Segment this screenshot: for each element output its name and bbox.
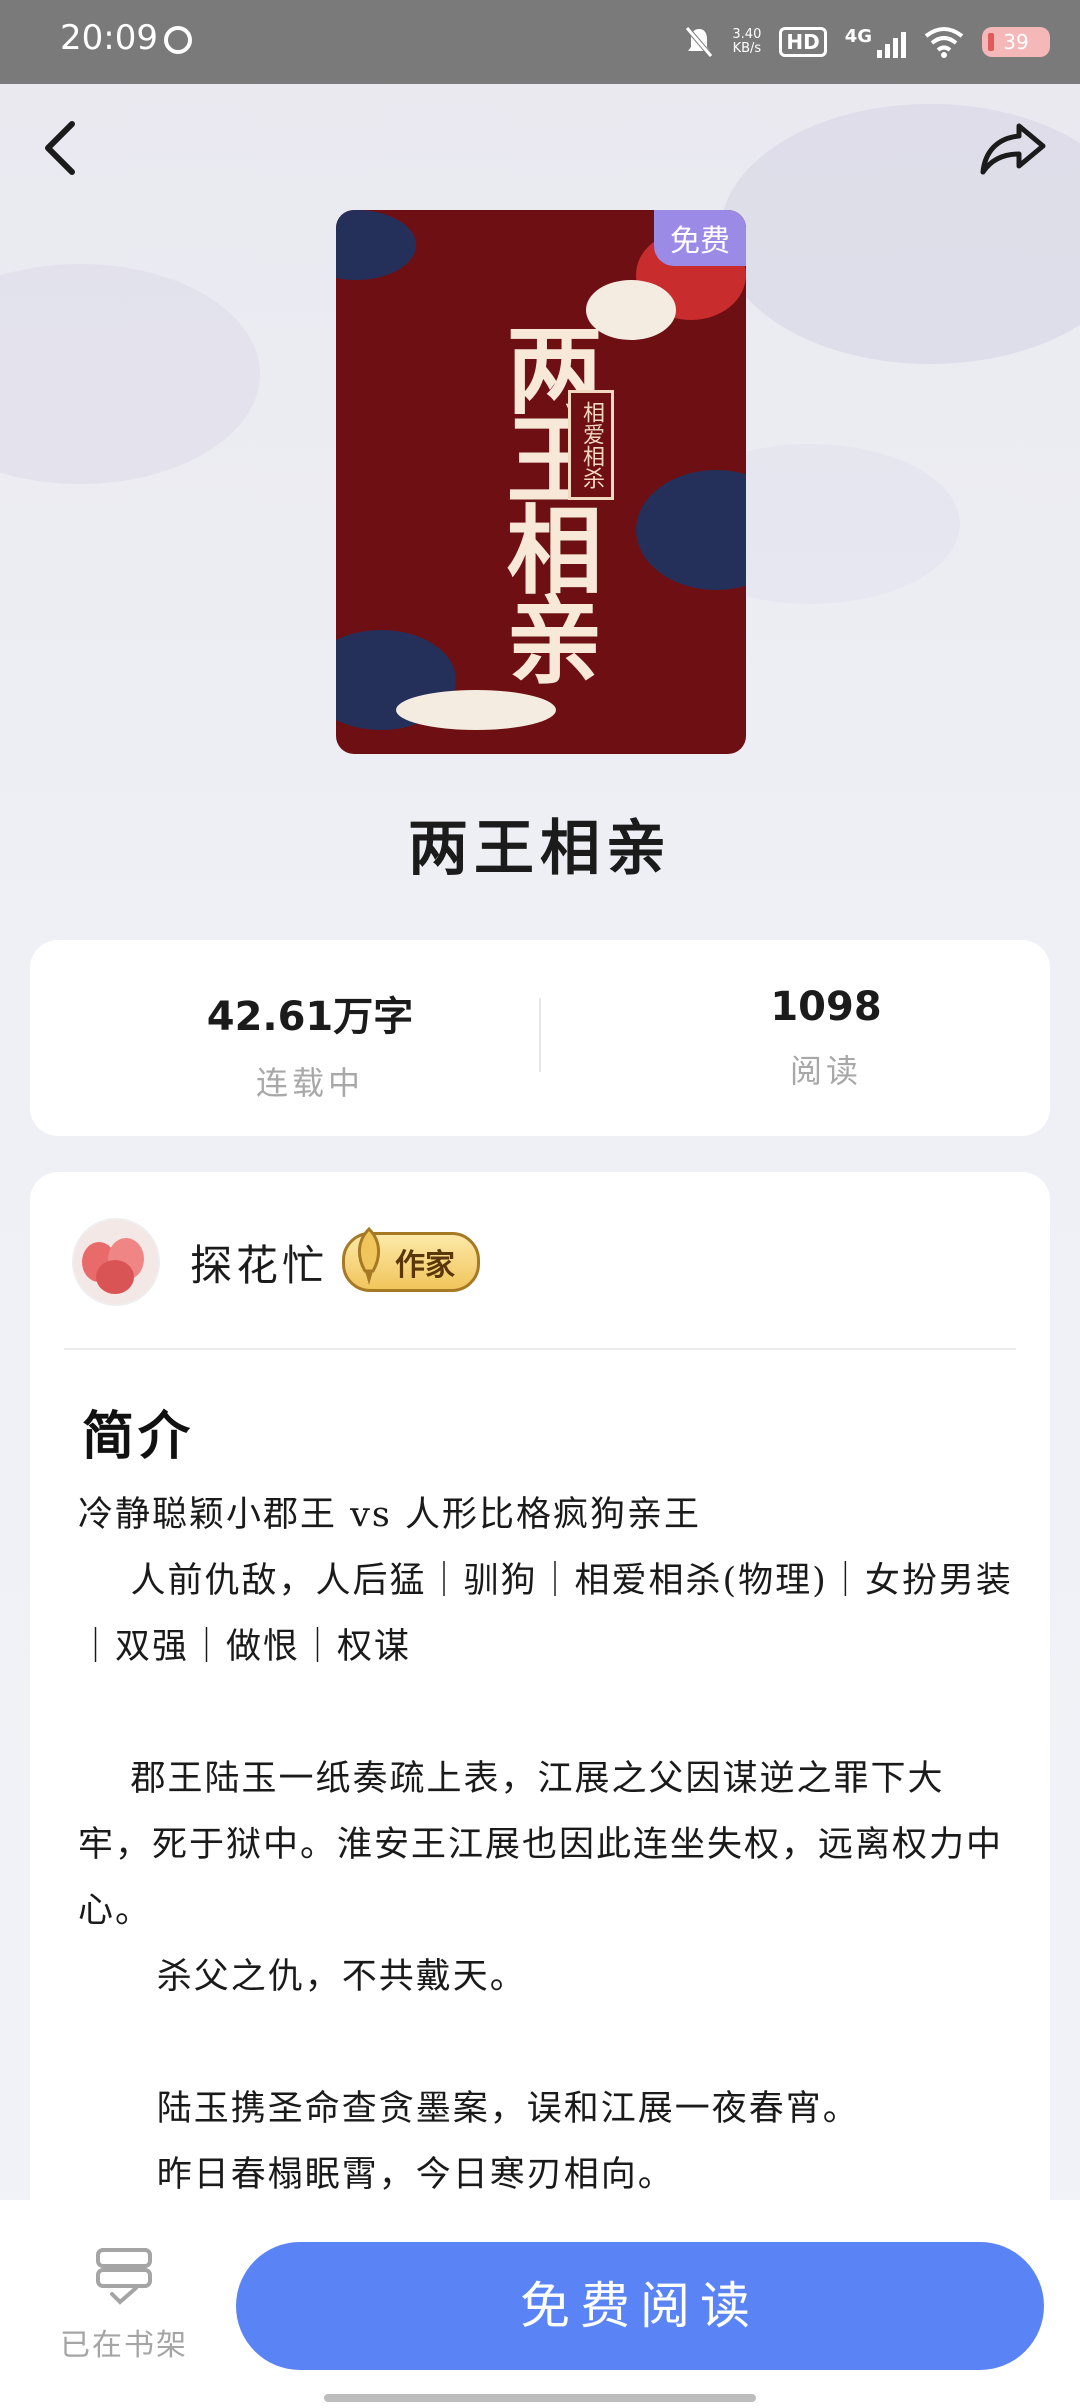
stats-card: 42.61万字 连载中 1098 阅读	[30, 940, 1050, 1136]
author-badge: 作家	[342, 1227, 481, 1292]
status-time: 20:09	[60, 18, 158, 58]
cover-subtitle: 相爱相杀	[568, 390, 614, 500]
info-divider	[64, 1348, 1016, 1350]
status-icons: 3.40 KB/s HD 4G 39	[684, 18, 1050, 66]
network-type: 4G	[844, 26, 872, 47]
wifi-icon	[924, 27, 964, 58]
book-title: 两王相亲	[408, 814, 672, 884]
bookshelf-button[interactable]: 已在书架	[54, 2246, 194, 2364]
intro-line: 人前仇敌，人后猛｜驯狗｜相爱相杀(物理)｜女扮男装｜双强｜做恨｜权谋	[78, 1561, 1013, 1667]
bottom-bar: 已在书架 免费阅读	[0, 2200, 1080, 2408]
notification-icon	[164, 26, 192, 54]
word-count-value: 42.61万字	[206, 994, 414, 1040]
intro-line: 杀父之仇，不共戴天。	[78, 1957, 527, 1997]
author-badge-label: 作家	[395, 1248, 456, 1283]
intro-line	[78, 1680, 1018, 1746]
author-name[interactable]: 探花忙	[190, 1232, 328, 1293]
read-count-label: 阅读	[789, 1052, 862, 1090]
word-count-stat: 42.61万字 连载中	[110, 984, 510, 1104]
home-indicator[interactable]	[324, 2394, 756, 2402]
bookshelf-icon	[96, 2248, 152, 2305]
mute-icon	[685, 26, 714, 58]
stats-divider	[539, 998, 541, 1072]
serial-status-label: 连载中	[255, 1064, 364, 1102]
signal-icon: 4G	[845, 26, 906, 58]
back-button[interactable]	[24, 112, 96, 184]
free-read-button[interactable]: 免费阅读	[236, 2242, 1044, 2370]
hd-icon: HD	[779, 27, 827, 57]
pen-icon	[358, 1227, 381, 1285]
battery-icon: 39	[982, 27, 1050, 57]
net-speed: 3.40 KB/s	[732, 27, 762, 56]
free-badge: 免费	[654, 210, 746, 266]
book-cover[interactable]: 两王相亲 相爱相杀 免费	[336, 210, 746, 754]
share-icon	[980, 123, 1046, 175]
author-avatar[interactable]	[72, 1218, 160, 1306]
intro-heading: 简介	[82, 1407, 195, 1467]
read-count-value: 1098	[770, 984, 882, 1030]
share-button[interactable]	[974, 112, 1054, 184]
read-count-stat: 1098 阅读	[626, 984, 1026, 1092]
intro-line: 陆玉携圣命查贪墨案，误和江展一夜春宵。	[78, 2089, 860, 2129]
back-arrow-icon	[45, 121, 75, 175]
intro-line: 冷静聪颖小郡王 vs 人形比格疯狗亲王	[78, 1495, 701, 1535]
author-row[interactable]: 探花忙 作家	[72, 1218, 481, 1306]
bookshelf-label: 已在书架	[60, 2328, 188, 2363]
intro-line: 昨日春榻眠霄，今日寒刃相向。	[78, 2155, 675, 2195]
intro-line: 郡王陆玉一纸奏疏上表，江展之父因谋逆之罪下大牢，死于狱中。淮安王江展也因此连坐失…	[78, 1759, 1004, 1931]
intro-text: 冷静聪颖小郡王 vs 人形比格疯狗亲王 人前仇敌，人后猛｜驯狗｜相爱相杀(物理)…	[78, 1482, 1018, 2208]
intro-line	[78, 2010, 1018, 2076]
cover-title: 两王相亲	[490, 320, 603, 680]
status-bar: 20:09 3.40 KB/s HD 4G 39	[0, 0, 1080, 84]
